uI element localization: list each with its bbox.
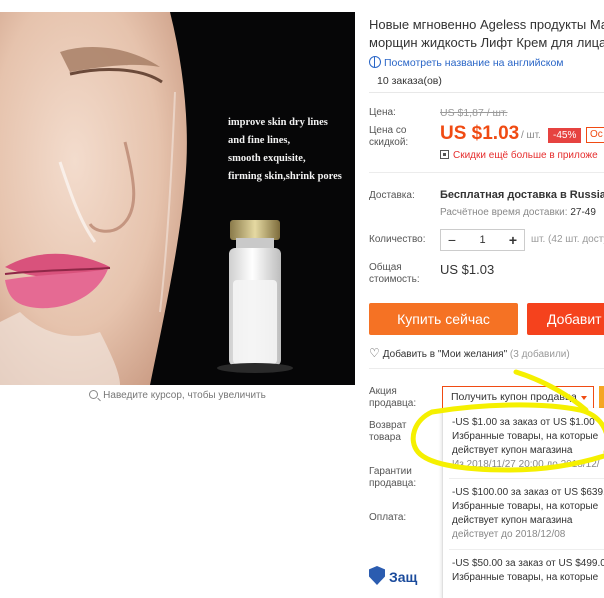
shipping-time-value: 27-49 bbox=[570, 207, 596, 218]
quantity-available: шт. (42 шт. доступ bbox=[531, 234, 604, 245]
app-discount-link[interactable]: Скидки ещё больше в приложе bbox=[440, 150, 598, 161]
zoom-hint-text: Наведите курсор, чтобы увеличить bbox=[103, 390, 266, 401]
magnifier-icon bbox=[89, 390, 99, 399]
divider bbox=[369, 172, 604, 173]
discount-price-label: Цена со скидкой: bbox=[369, 125, 408, 149]
coupon-desc-line-2: действует купон магазина bbox=[452, 515, 573, 526]
payment-label: Оплата: bbox=[369, 512, 407, 523]
quantity-minus-button[interactable]: − bbox=[441, 230, 463, 250]
shield-icon bbox=[369, 566, 385, 585]
old-price: US $1,87 / шт. bbox=[440, 107, 508, 119]
seller-promo-label-line-1: Акция bbox=[369, 386, 397, 397]
image-overlay-line-2: and fine lines, bbox=[228, 135, 291, 146]
coupon-amount: -US $1.00 за заказ от US $1.00 bbox=[452, 417, 595, 428]
seller-guarantee-label: Гарантии продавца: bbox=[369, 466, 416, 490]
buyer-protection: Защ bbox=[369, 566, 417, 585]
orders-count: 10 заказа(ов) bbox=[369, 70, 604, 93]
image-overlay-line-3: smooth exquisite, bbox=[228, 153, 306, 164]
discount-price-label-line-1: Цена со bbox=[369, 125, 407, 136]
discount-price: US $1.03 bbox=[440, 123, 520, 144]
coupon-date: Из 2018/11/27 20:00 до 2018/12/ bbox=[452, 459, 600, 470]
seller-promo-label-line-2: продавца: bbox=[369, 398, 417, 409]
discount-price-label-line-2: скидкой: bbox=[369, 137, 409, 148]
view-english-text: Посмотреть название на английском bbox=[384, 57, 564, 69]
coupon-separator bbox=[449, 549, 604, 550]
zoom-hint: Наведите курсор, чтобы увеличить bbox=[0, 389, 355, 401]
product-title: Новые мгновенно Ageless продукты Mar мор… bbox=[369, 16, 604, 52]
coupon-date: действует до 2018/12/08 bbox=[452, 529, 566, 540]
view-english-link[interactable]: Посмотреть название на английском bbox=[369, 56, 564, 69]
total-label: Общая стоимость: bbox=[369, 262, 420, 286]
coupon-desc-line-1: Избранные товары, на которые bbox=[452, 501, 599, 512]
wishlist-text: Добавить в "Мои желания" bbox=[382, 349, 508, 360]
total-label-line-2: стоимость: bbox=[369, 274, 420, 285]
seller-promo-label: Акция продавца: bbox=[369, 386, 416, 410]
coupon-amount: -US $100.00 за заказ от US $639.0 bbox=[452, 487, 604, 498]
buyer-protection-text: Защ bbox=[389, 569, 418, 585]
coupon-separator bbox=[449, 478, 604, 479]
product-image[interactable]: improve skin dry lines and fine lines, s… bbox=[0, 12, 355, 385]
orders-count-text: 10 заказа(ов) bbox=[377, 75, 442, 87]
return-label-line-2: товара bbox=[369, 432, 401, 443]
shipping-value[interactable]: Бесплатная доставка в Russian F bbox=[440, 189, 604, 201]
divider bbox=[369, 368, 604, 369]
coupon-item-3[interactable]: -US $50.00 за заказ от US $499.00 Избран… bbox=[452, 557, 604, 585]
coupon-item-1[interactable]: -US $1.00 за заказ от US $1.00 Избранные… bbox=[452, 416, 600, 472]
wishlist-count: (3 добавили) bbox=[509, 349, 570, 360]
shipping-label: Доставка: bbox=[369, 190, 415, 201]
app-discount-text: Скидки ещё больше в приложе bbox=[453, 150, 598, 161]
coupon-dropdown-label: Получить купон продавца bbox=[451, 391, 577, 403]
coupon-item-2[interactable]: -US $100.00 за заказ от US $639.0 Избран… bbox=[452, 486, 604, 542]
image-overlay-line-4: firming skin,shrink pores bbox=[228, 171, 342, 182]
add-to-cart-button[interactable]: Добавит bbox=[527, 303, 604, 335]
return-label: Возврат товара bbox=[369, 420, 407, 444]
buy-now-button[interactable]: Купить сейчас bbox=[369, 303, 518, 335]
total-label-line-1: Общая bbox=[369, 262, 402, 273]
orange-edge bbox=[599, 386, 604, 408]
quantity-stepper: − 1 + bbox=[440, 229, 525, 251]
coupon-desc-line-2: действует купон магазина bbox=[452, 445, 573, 456]
coupon-desc-line-1: Избранные товары, на которые bbox=[452, 572, 599, 583]
shipping-time: Расчётное время доставки: 27-49 bbox=[440, 207, 596, 218]
price-label: Цена: bbox=[369, 107, 396, 118]
qr-code-icon bbox=[440, 150, 449, 159]
product-title-line-2: морщин жидкость Лифт Крем для лица bbox=[369, 35, 604, 50]
coupon-amount: -US $50.00 за заказ от US $499.00 bbox=[452, 558, 604, 569]
return-label-line-1: Возврат bbox=[369, 420, 407, 431]
coupon-list-panel: -US $1.00 за заказ от US $1.00 Избранные… bbox=[442, 408, 604, 598]
quantity-input[interactable]: 1 bbox=[463, 230, 502, 250]
coupon-badge[interactable]: Ос bbox=[586, 127, 604, 143]
image-overlay-line-1: improve skin dry lines bbox=[228, 117, 328, 128]
caret-down-icon bbox=[581, 396, 587, 400]
total-value: US $1.03 bbox=[440, 262, 495, 277]
coupon-desc-line-1: Избранные товары, на которые bbox=[452, 431, 599, 442]
shipping-time-label: Расчётное время доставки: bbox=[440, 207, 568, 218]
heart-icon: ♡ bbox=[369, 346, 380, 360]
discount-badge: -45% bbox=[548, 128, 582, 143]
globe-icon bbox=[369, 56, 381, 68]
seller-guarantee-label-line-1: Гарантии bbox=[369, 466, 412, 477]
coupon-dropdown[interactable]: Получить купон продавца bbox=[442, 386, 594, 408]
price-unit: / шт. bbox=[521, 130, 541, 141]
product-photo bbox=[0, 12, 355, 385]
wishlist-link[interactable]: ♡ Добавить в "Мои желания" (3 добавили) bbox=[369, 346, 570, 360]
product-title-line-1: Новые мгновенно Ageless продукты Mar bbox=[369, 17, 604, 32]
quantity-plus-button[interactable]: + bbox=[502, 230, 524, 250]
seller-guarantee-label-line-2: продавца: bbox=[369, 478, 417, 489]
quantity-label: Количество: bbox=[369, 234, 426, 245]
